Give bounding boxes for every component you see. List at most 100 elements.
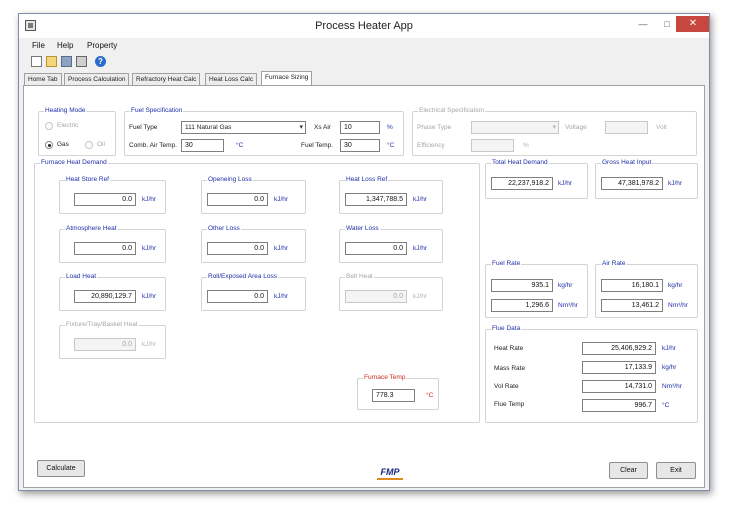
clear-button[interactable]: Clear: [609, 462, 648, 479]
roll-exposed-area-loss-field[interactable]: [207, 290, 268, 303]
total-heat-demand-field[interactable]: [491, 177, 553, 190]
print-icon[interactable]: [76, 56, 87, 67]
fuel-specification-group: Fuel Specification Fuel Type 111 Natural…: [124, 107, 404, 156]
electrical-specification-title: Electrical Specification: [418, 107, 486, 114]
tab-process-calculation[interactable]: Process Calculation: [64, 73, 130, 85]
load-heat-field[interactable]: [74, 290, 136, 303]
tab-strip: Home Tab Process Calculation Refractory …: [23, 71, 703, 85]
air-rate-mass-field[interactable]: [601, 279, 663, 292]
water-loss-field[interactable]: [345, 242, 407, 255]
phase-type-select[interactable]: ▾: [471, 121, 559, 134]
furnace-sizing-panel: Heating Mode Electric Gas Oil Fuel Speci…: [23, 85, 705, 488]
save-icon[interactable]: [61, 56, 72, 67]
fuel-rate-mass-field[interactable]: [491, 279, 553, 292]
atmosphere-heat-group: Atmosphere Heat kJ/hr: [59, 225, 166, 263]
roll-exposed-area-loss-unit: kJ/hr: [274, 293, 289, 300]
mass-rate-field[interactable]: [582, 361, 656, 374]
total-heat-demand-title: Total Heat Demand: [491, 159, 549, 166]
heat-store-ref-unit: kJ/hr: [142, 196, 157, 203]
flue-temp-label: Flue Temp: [494, 401, 525, 408]
fixture-tray-basket-heat-group: Fixture/Tray/Basket Heat kJ/hr: [59, 321, 166, 359]
efficiency-label: Efficiency: [417, 142, 445, 149]
toolbar: ?: [19, 54, 709, 70]
oil-label: Oil: [97, 141, 105, 148]
gross-heat-input-group: Gross Heat Input kJ/hr: [595, 159, 698, 199]
fuel-type-label: Fuel Type: [129, 124, 158, 131]
heat-rate-field[interactable]: [582, 342, 656, 355]
heat-store-ref-group: Heat Store Ref kJ/hr: [59, 176, 166, 214]
electric-label: Electric: [57, 122, 79, 129]
openeing-loss-field[interactable]: [207, 193, 268, 206]
heat-loss-ref-group: Heat Loss Ref kJ/hr: [339, 176, 443, 214]
furnace-temp-field[interactable]: [372, 389, 415, 402]
fuel-temp-unit: °C: [387, 142, 395, 149]
air-rate-volume-field[interactable]: [601, 299, 663, 312]
tab-heat-loss-calc[interactable]: Heat Loss Calc: [205, 73, 258, 85]
efficiency-input[interactable]: [471, 139, 514, 152]
mass-rate-unit: kg/hr: [662, 364, 677, 371]
tab-furnace-sizing[interactable]: Furnace Sizing: [261, 71, 313, 85]
gross-heat-input-unit: kJ/hr: [668, 180, 683, 187]
tab-home[interactable]: Home Tab: [24, 73, 62, 85]
other-loss-field[interactable]: [207, 242, 268, 255]
heating-mode-title: Heating Mode: [44, 107, 87, 114]
heating-mode-group: Heating Mode Electric Gas Oil: [38, 107, 116, 156]
fixture-tray-basket-heat-field[interactable]: [74, 338, 136, 351]
gross-heat-input-field[interactable]: [601, 177, 663, 190]
menu-property[interactable]: Property: [87, 41, 117, 50]
fuel-temp-input[interactable]: [340, 139, 380, 152]
heat-store-ref-title: Heat Store Ref: [65, 176, 110, 183]
voltage-input[interactable]: [605, 121, 648, 134]
minimize-button[interactable]: —: [630, 16, 656, 32]
fuel-rate-volume-field[interactable]: [491, 299, 553, 312]
total-heat-demand-unit: kJ/hr: [558, 180, 573, 187]
window-title: Process Heater App: [315, 20, 413, 32]
tab-refractory-heat-calc[interactable]: Refractory Heat Calc: [132, 73, 201, 85]
calculate-button[interactable]: Calculate: [37, 460, 85, 477]
openeing-loss-unit: kJ/hr: [274, 196, 289, 203]
belt-heat-field[interactable]: [345, 290, 407, 303]
electric-radio[interactable]: [45, 122, 53, 130]
heat-loss-ref-title: Heat Loss Ref: [345, 176, 389, 183]
efficiency-unit: %: [523, 142, 529, 149]
fixture-tray-basket-heat-unit: kJ/hr: [142, 341, 157, 348]
gross-heat-input-title: Gross Heat Input: [601, 159, 653, 166]
heat-store-ref-field[interactable]: [74, 193, 136, 206]
flue-temp-unit: °C: [662, 402, 670, 409]
openeing-loss-title: Openeing Loss: [207, 176, 253, 183]
comb-air-temp-input[interactable]: [181, 139, 224, 152]
flue-data-group: Flue Data Heat Rate kJ/hr Mass Rate kg/h…: [485, 325, 698, 423]
total-heat-demand-group: Total Heat Demand kJ/hr: [485, 159, 588, 199]
gas-radio[interactable]: [45, 141, 53, 149]
atmosphere-heat-unit: kJ/hr: [142, 245, 157, 252]
exit-button[interactable]: Exit: [656, 462, 696, 479]
fuel-type-select[interactable]: 111 Natural Gas ▾: [181, 121, 306, 134]
atmosphere-heat-title: Atmosphere Heat: [65, 225, 118, 232]
flue-temp-field[interactable]: [582, 399, 656, 412]
open-folder-icon[interactable]: [46, 56, 57, 67]
heat-rate-unit: kJ/hr: [662, 345, 677, 352]
close-button[interactable]: ✕: [676, 16, 709, 32]
belt-heat-unit: kJ/hr: [413, 293, 428, 300]
oil-radio[interactable]: [85, 141, 93, 149]
help-icon[interactable]: ?: [95, 56, 106, 67]
other-loss-group: Other Loss kJ/hr: [201, 225, 306, 263]
water-loss-title: Water Loss: [345, 225, 380, 232]
fixture-tray-basket-heat-title: Fixture/Tray/Basket Heat: [65, 321, 139, 328]
menu-help[interactable]: Help: [57, 41, 73, 50]
heat-loss-ref-field[interactable]: [345, 193, 407, 206]
fmp-logo-underline: [377, 478, 403, 480]
fuel-specification-title: Fuel Specification: [130, 107, 184, 114]
fuel-temp-label: Fuel Temp.: [301, 142, 334, 149]
air-rate-title: Air Rate: [601, 260, 627, 267]
atmosphere-heat-field[interactable]: [74, 242, 136, 255]
new-document-icon[interactable]: [31, 56, 42, 67]
comb-air-temp-label: Comb. Air Temp.: [129, 142, 177, 149]
furnace-heat-demand-group: Furnace Heat Demand Heat Store Ref kJ/hr…: [34, 159, 480, 423]
water-loss-group: Water Loss kJ/hr: [339, 225, 443, 263]
menu-file[interactable]: File: [32, 41, 45, 50]
voltage-unit: Volt: [656, 124, 667, 131]
vol-rate-field[interactable]: [582, 380, 656, 393]
app-window: Process Heater App — □ ✕ File Help Prope…: [18, 13, 710, 491]
xs-air-input[interactable]: [340, 121, 380, 134]
